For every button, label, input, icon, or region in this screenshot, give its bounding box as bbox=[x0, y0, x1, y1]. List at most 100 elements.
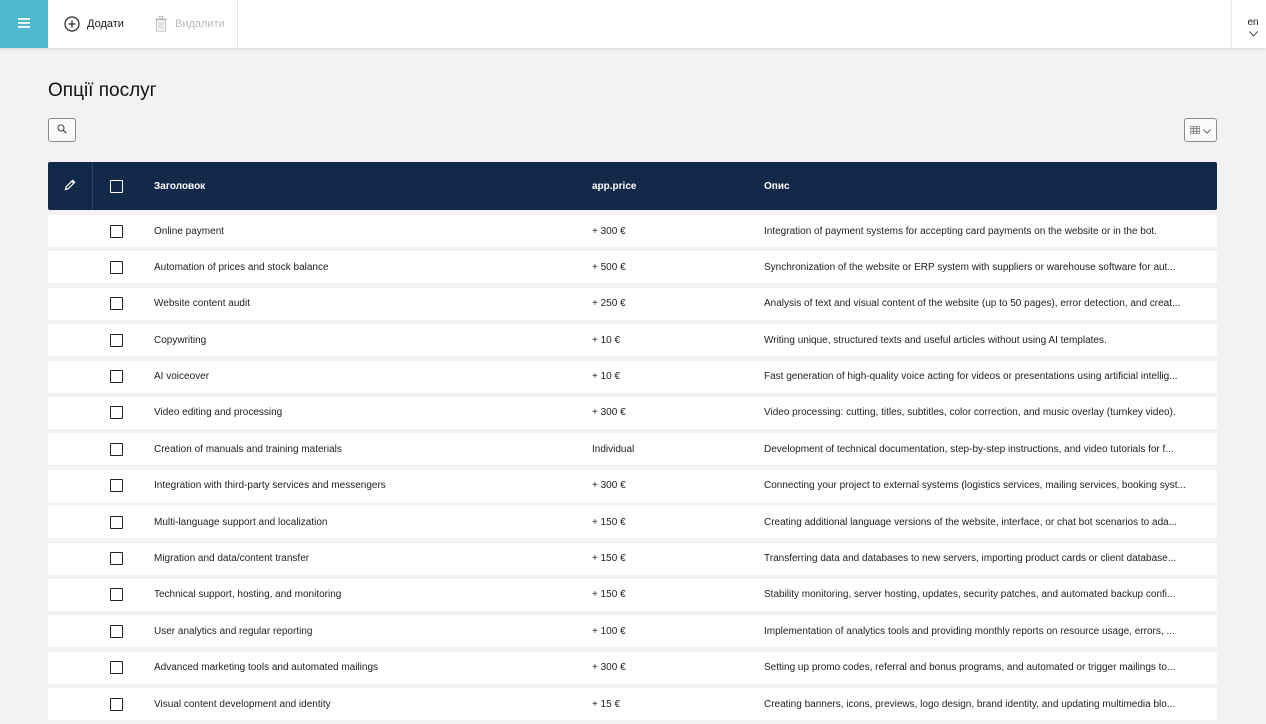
row-select-cell bbox=[93, 370, 139, 384]
top-bar: Додати Видалити en bbox=[0, 0, 1266, 48]
row-checkbox[interactable] bbox=[109, 588, 123, 602]
search-button[interactable] bbox=[48, 118, 76, 142]
add-button[interactable]: Додати bbox=[64, 0, 124, 48]
row-title: Technical support, hosting, and monitori… bbox=[154, 589, 342, 601]
table-row[interactable]: Visual content development and identity +… bbox=[48, 688, 1217, 721]
row-edit-cell bbox=[48, 361, 93, 393]
row-title: Website content audit bbox=[154, 298, 250, 310]
table-row[interactable]: Advanced marketing tools and automated m… bbox=[48, 651, 1217, 684]
row-price: + 150 € bbox=[592, 589, 626, 601]
row-edit-cell bbox=[48, 433, 93, 465]
delete-button-label: Видалити bbox=[175, 18, 225, 30]
row-price: + 300 € bbox=[592, 480, 626, 492]
row-checkbox[interactable] bbox=[109, 260, 123, 274]
row-checkbox[interactable] bbox=[109, 624, 123, 638]
table-body: Online payment + 300 € Integration of paym… bbox=[48, 215, 1217, 721]
row-checkbox[interactable] bbox=[109, 333, 123, 347]
row-select-cell bbox=[93, 260, 139, 274]
row-price: + 300 € bbox=[592, 662, 626, 674]
row-title: Advanced marketing tools and automated m… bbox=[154, 662, 379, 674]
row-title: User analytics and regular reporting bbox=[154, 625, 313, 637]
row-description: Integration of payment systems for accep… bbox=[764, 225, 1157, 237]
row-checkbox[interactable] bbox=[109, 552, 123, 566]
table-row[interactable]: Online payment + 300 € Integration of paym… bbox=[48, 215, 1217, 247]
row-edit-cell bbox=[48, 470, 93, 502]
row-edit-cell bbox=[48, 506, 93, 538]
row-title: Video editing and processing bbox=[154, 407, 283, 419]
row-edit-cell bbox=[48, 215, 93, 247]
row-title: Automation of prices and stock balance bbox=[154, 261, 329, 273]
table-row[interactable]: Website content audit + 250 € Analysis of … bbox=[48, 287, 1217, 320]
row-edit-cell bbox=[48, 543, 93, 575]
row-edit-cell bbox=[48, 688, 93, 720]
select-all-checkbox[interactable] bbox=[109, 179, 123, 193]
row-description: Analysis of text and visual content of t… bbox=[764, 298, 1181, 310]
menu-icon bbox=[18, 15, 30, 33]
row-edit-cell bbox=[48, 579, 93, 611]
row-select-cell bbox=[93, 552, 139, 566]
header-title[interactable]: Заголовок bbox=[139, 181, 592, 192]
table-row[interactable]: AI voiceover + 10 € Fast generation of hig… bbox=[48, 360, 1217, 393]
row-description: Creating additional language versions of… bbox=[764, 516, 1178, 528]
row-title: Integration with third-party services an… bbox=[154, 480, 386, 492]
row-select-cell bbox=[93, 661, 139, 675]
row-price: Individual bbox=[592, 443, 635, 455]
search-icon bbox=[57, 121, 67, 139]
row-checkbox[interactable] bbox=[109, 442, 123, 456]
row-select-cell bbox=[93, 406, 139, 420]
row-select-cell bbox=[93, 624, 139, 638]
header-price[interactable]: app.price bbox=[592, 181, 764, 192]
language-selector[interactable]: en bbox=[1240, 17, 1266, 40]
options-table: Заголовок app.price Опис Online payment +… bbox=[48, 162, 1217, 724]
table-row[interactable]: Copywriting + 10 € Writing unique, structu… bbox=[48, 324, 1217, 357]
row-price: + 300 € bbox=[592, 407, 626, 419]
row-title: AI voiceover bbox=[154, 371, 210, 383]
language-label: en bbox=[1247, 17, 1259, 28]
row-edit-cell bbox=[48, 251, 93, 283]
row-description: Transferring data and databases to new s… bbox=[764, 553, 1177, 565]
table-row[interactable]: Technical support, hosting, and monitori… bbox=[48, 578, 1217, 611]
row-select-cell bbox=[93, 224, 139, 238]
row-description: Writing unique, structured texts and use… bbox=[764, 334, 1107, 346]
header-description[interactable]: Опис bbox=[764, 181, 1217, 192]
trash-icon bbox=[154, 16, 168, 32]
edit-column-header[interactable] bbox=[48, 162, 93, 210]
row-price: + 300 € bbox=[592, 225, 626, 237]
row-description: Implementation of analytics tools and pr… bbox=[764, 625, 1175, 637]
delete-button[interactable]: Видалити bbox=[154, 0, 225, 48]
language-divider bbox=[1231, 0, 1232, 48]
row-title: Online payment bbox=[154, 225, 225, 237]
row-select-cell bbox=[93, 479, 139, 493]
table-row[interactable]: Video editing and processing + 300 € Video… bbox=[48, 396, 1217, 429]
row-checkbox[interactable] bbox=[109, 661, 123, 675]
table-row[interactable]: User analytics and regular reporting + 10… bbox=[48, 615, 1217, 648]
menu-button[interactable] bbox=[0, 0, 48, 48]
row-description: Connecting your project to external syst… bbox=[764, 480, 1186, 492]
add-button-label: Додати bbox=[87, 18, 124, 30]
row-checkbox[interactable] bbox=[109, 515, 123, 529]
row-select-cell bbox=[93, 442, 139, 456]
table-row[interactable]: Multi-language support and localization +… bbox=[48, 506, 1217, 539]
table-header: Заголовок app.price Опис bbox=[48, 162, 1217, 210]
row-checkbox[interactable] bbox=[109, 370, 123, 384]
row-checkbox[interactable] bbox=[109, 479, 123, 493]
row-checkbox[interactable] bbox=[109, 224, 123, 238]
row-price: + 150 € bbox=[592, 516, 626, 528]
row-select-cell bbox=[93, 333, 139, 347]
toolbar-divider bbox=[237, 0, 238, 48]
row-checkbox[interactable] bbox=[109, 697, 123, 711]
table-row[interactable]: Automation of prices and stock balance + … bbox=[48, 251, 1217, 284]
row-select-cell bbox=[93, 297, 139, 311]
row-edit-cell bbox=[48, 615, 93, 647]
row-checkbox[interactable] bbox=[109, 406, 123, 420]
row-title: Visual content development and identity bbox=[154, 698, 331, 710]
row-title: Migration and data/content transfer bbox=[154, 553, 310, 565]
table-row[interactable]: Migration and data/content transfer + 150… bbox=[48, 542, 1217, 575]
pencil-icon bbox=[64, 179, 76, 194]
columns-toggle-button[interactable] bbox=[1184, 118, 1217, 142]
chevron-down-icon bbox=[1240, 29, 1266, 40]
table-row[interactable]: Creation of manuals and training materia… bbox=[48, 433, 1217, 466]
table-row[interactable]: Integration with third-party services an… bbox=[48, 469, 1217, 502]
row-checkbox[interactable] bbox=[109, 297, 123, 311]
row-price: + 100 € bbox=[592, 625, 626, 637]
